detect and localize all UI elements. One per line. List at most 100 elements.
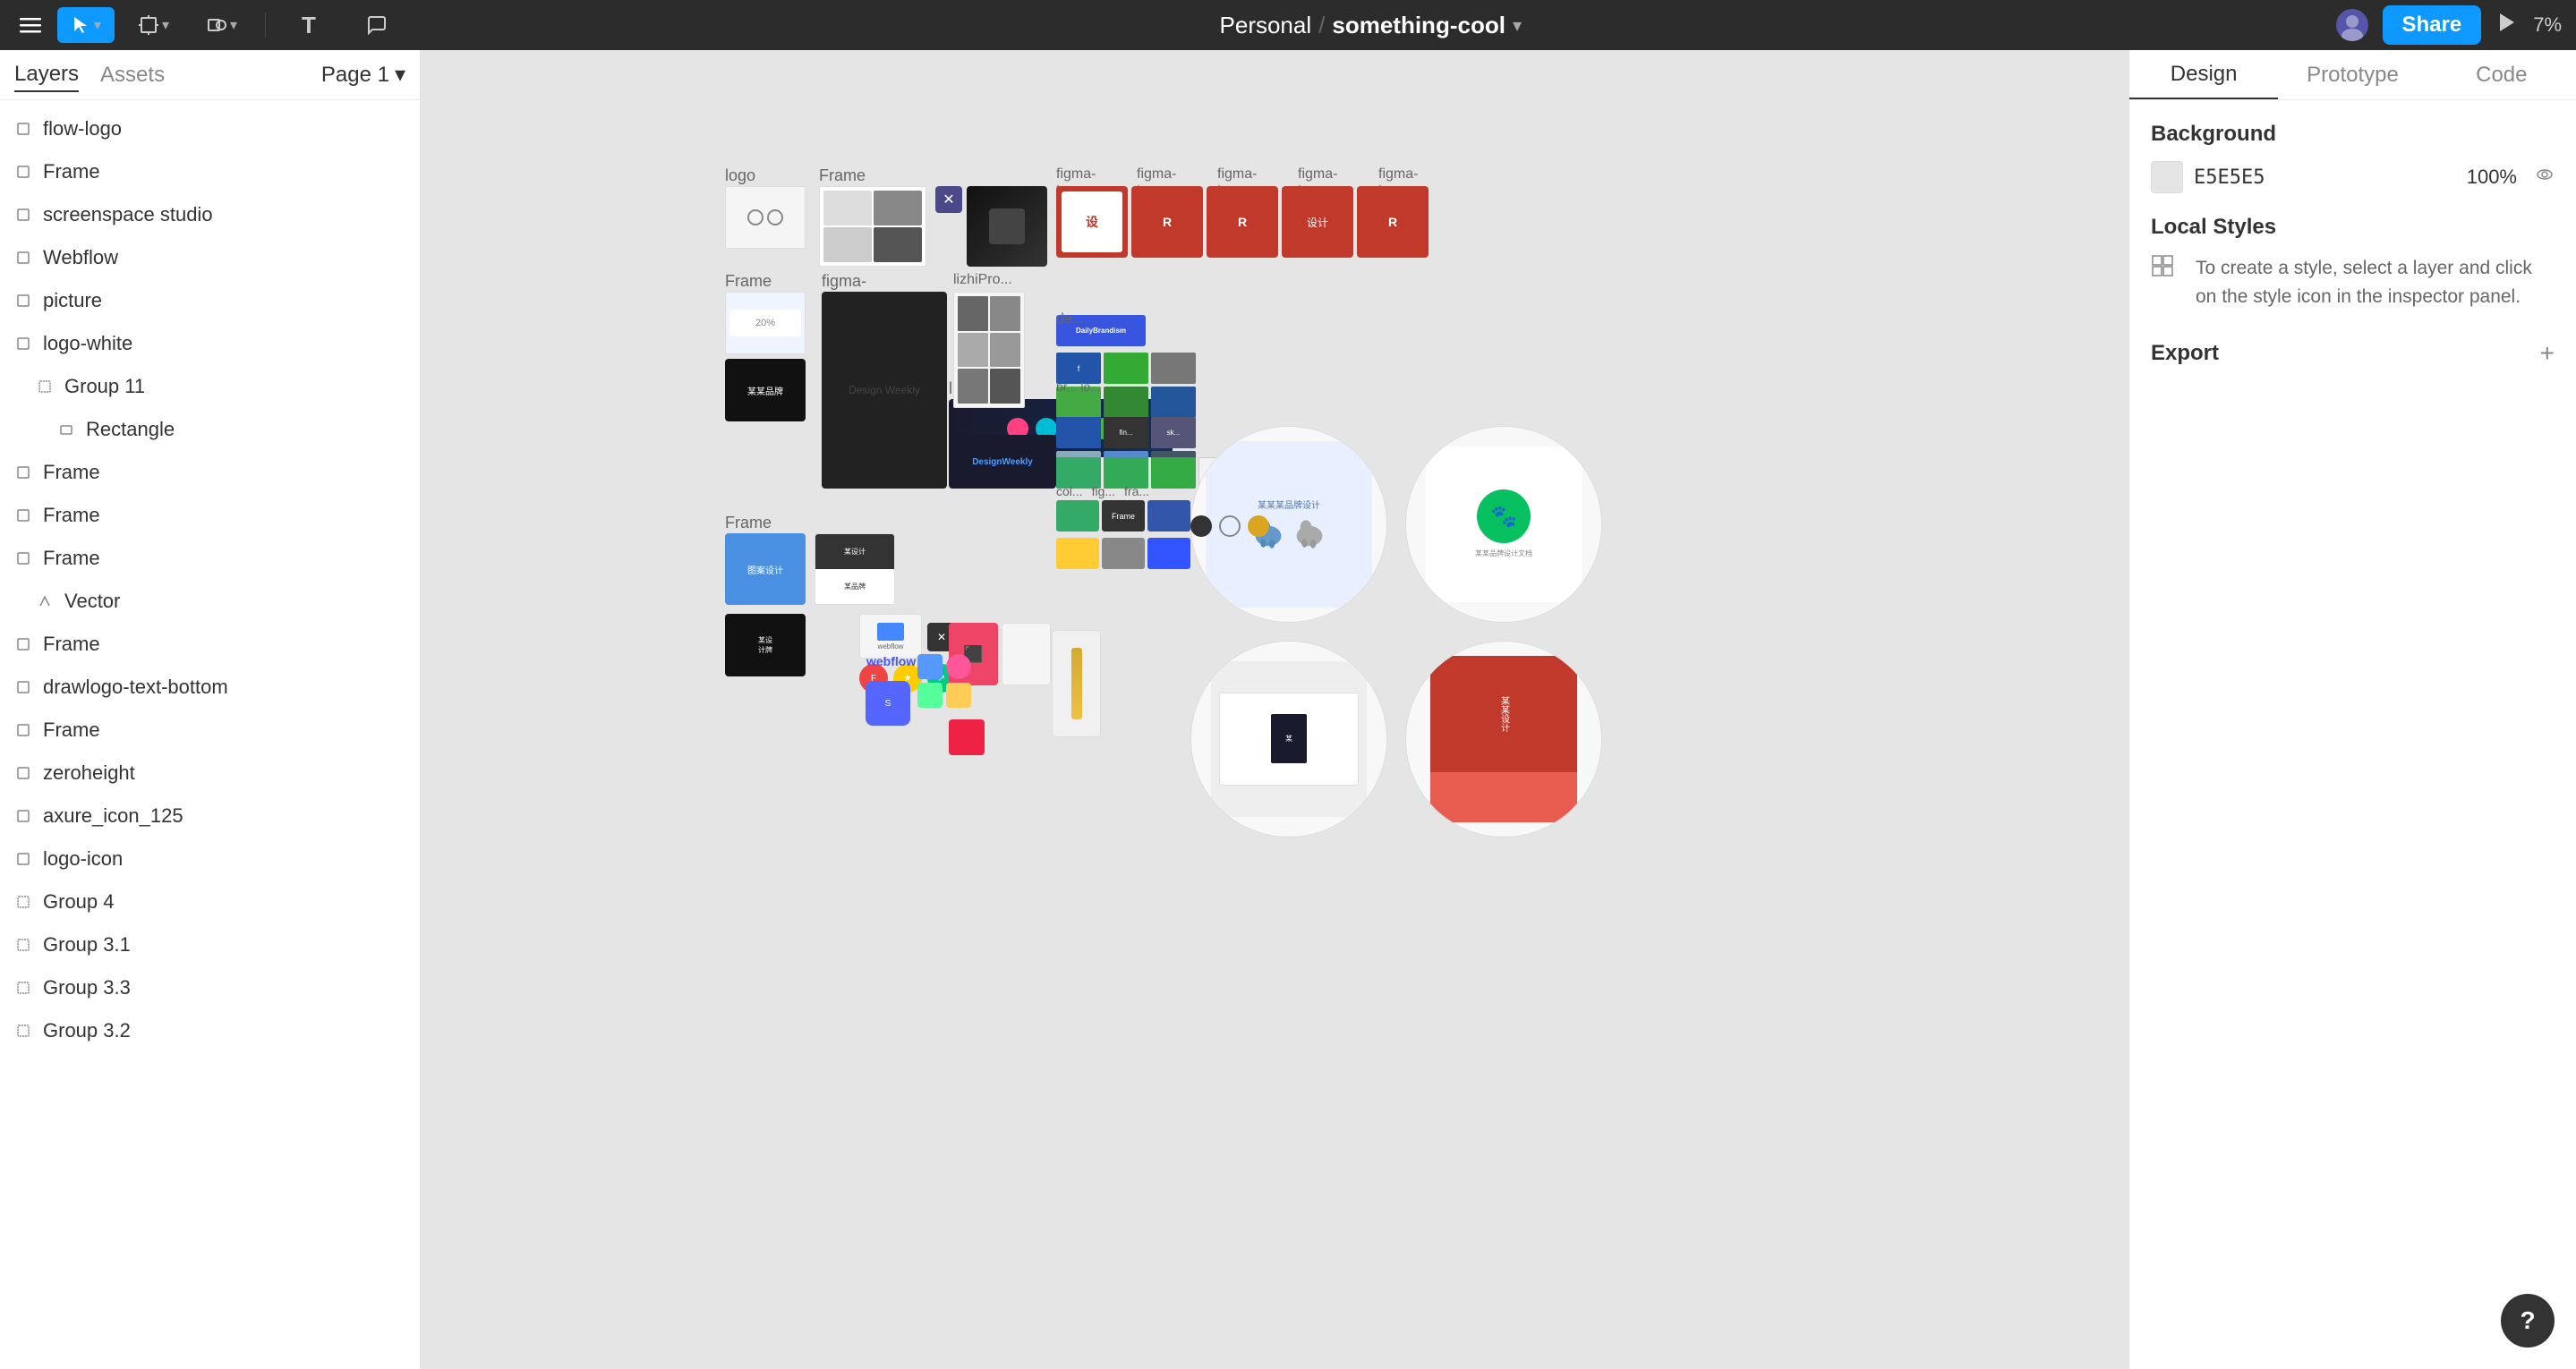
layer-logo-icon[interactable]: logo-icon [0, 838, 420, 880]
layer-group-31[interactable]: Group 3.1 [0, 923, 420, 966]
right-panel-content: Background E5E5E5 100% Local Styles [2129, 100, 2576, 756]
group-icon [11, 932, 36, 957]
layer-frame-1[interactable]: Frame [0, 150, 420, 193]
topbar-left: ▾ ▾ ▾ T [14, 7, 405, 43]
canvas-gray-bar [1052, 630, 1101, 737]
canvas-webflow-text: webflow [866, 654, 916, 668]
layer-flow-logo[interactable]: flow-logo [0, 107, 420, 150]
layer-label: logo-icon [43, 847, 123, 871]
canvas-de-label: de... [1056, 311, 1084, 327]
frame-icon [11, 331, 36, 356]
frame-icon [11, 503, 36, 528]
tool-shape[interactable]: ▾ [193, 7, 251, 43]
background-title: Background [2151, 122, 2555, 147]
layer-frame-4[interactable]: Frame [0, 537, 420, 580]
layer-frame-3[interactable]: Frame [0, 494, 420, 537]
layer-zeroheight[interactable]: zeroheight [0, 752, 420, 795]
layer-group-11[interactable]: Group 11 [0, 365, 420, 408]
layer-frame-2[interactable]: Frame [0, 451, 420, 494]
frame-icon [11, 202, 36, 227]
menu-button[interactable] [14, 9, 47, 41]
canvas-logo-frame[interactable] [725, 186, 806, 249]
styles-hint-text: To create a style, select a layer and cl… [2196, 254, 2555, 310]
zoom-level[interactable]: 7% [2533, 13, 2562, 37]
group-icon [11, 889, 36, 914]
layer-screenspace[interactable]: screenspace studio [0, 193, 420, 236]
layer-webflow[interactable]: Webflow [0, 236, 420, 279]
styles-grid-icon [2151, 254, 2174, 284]
tab-assets[interactable]: Assets [100, 59, 165, 91]
avatar[interactable] [2336, 9, 2368, 41]
panel-tabs: Layers Assets Page 1 ▾ [0, 50, 420, 100]
right-panel: Design Prototype Code Background E5E5E5 … [2128, 50, 2576, 1369]
bg-hex-value[interactable]: E5E5E5 [2194, 166, 2265, 189]
export-add-button[interactable]: + [2540, 339, 2555, 368]
canvas-colored-row2 [1056, 538, 1190, 569]
topbar-center: Personal / something-cool ▾ [1220, 12, 1522, 39]
tool-comment[interactable] [348, 7, 405, 43]
group-icon [32, 374, 57, 399]
canvas-black-bottom: 某设计牌 [725, 614, 806, 676]
layer-label: Group 11 [64, 375, 145, 398]
tool-text[interactable]: T [280, 7, 337, 43]
tool-select[interactable]: ▾ [57, 7, 115, 43]
tab-code[interactable]: Code [2427, 50, 2576, 99]
play-button[interactable] [2495, 11, 2519, 40]
layer-label: logo-white [43, 332, 132, 355]
canvas-frame6-box[interactable]: 20% [725, 292, 806, 354]
canvas-dots [1190, 515, 1269, 537]
layer-label: Vector [64, 590, 120, 613]
layer-label: Group 3.2 [43, 1019, 131, 1042]
help-button[interactable]: ? [2501, 1294, 2555, 1348]
layer-picture[interactable]: picture [0, 279, 420, 322]
layer-label: axure_icon_125 [43, 804, 183, 828]
layer-axure[interactable]: axure_icon_125 [0, 795, 420, 838]
layer-group-32[interactable]: Group 3.2 [0, 1009, 420, 1052]
layer-label: flow-logo [43, 117, 122, 140]
file-chevron[interactable]: ▾ [1513, 14, 1522, 37]
tool-frame[interactable]: ▾ [125, 7, 183, 43]
bg-color-swatch[interactable] [2151, 161, 2183, 193]
topbar-right: Share 7% [2336, 5, 2563, 45]
canvas-lizhipro-grid [953, 292, 1025, 408]
layer-label: Frame [43, 547, 100, 570]
share-button[interactable]: Share [2383, 5, 2482, 45]
project-separator: / [1318, 12, 1325, 39]
file-name[interactable]: something-cool [1332, 12, 1506, 39]
canvas-x-icon: ✕ [935, 186, 962, 213]
bg-opacity-value[interactable]: 100% [2467, 166, 2517, 189]
tab-layers[interactable]: Layers [14, 58, 79, 92]
layer-vector[interactable]: Vector [0, 580, 420, 623]
canvas-logo-label: logo [725, 166, 755, 185]
canvas-figmatu-container: Design Weekly [822, 292, 947, 489]
visibility-icon[interactable] [2535, 165, 2555, 190]
layer-group-33[interactable]: Group 3.3 [0, 966, 420, 1009]
styles-hint-row: To create a style, select a layer and cl… [2151, 254, 2555, 310]
page-selector-label: Page 1 [321, 63, 389, 88]
layer-label: Group 4 [43, 890, 115, 914]
page-selector[interactable]: Page 1 ▾ [321, 62, 405, 88]
layer-frame-5[interactable]: Frame [0, 623, 420, 666]
bg-row: E5E5E5 100% [2151, 161, 2555, 193]
layer-rectangle[interactable]: Rectangle [0, 408, 420, 451]
layer-label: zeroheight [43, 761, 135, 785]
frame-icon [11, 804, 36, 829]
local-styles-title: Local Styles [2151, 215, 2555, 240]
frame-icon [11, 632, 36, 657]
right-panel-tabs: Design Prototype Code [2129, 50, 2576, 100]
rect-icon [11, 846, 36, 872]
canvas-frame-grid[interactable] [819, 186, 926, 267]
layer-group-4[interactable]: Group 4 [0, 880, 420, 923]
topbar: ▾ ▾ ▾ T [0, 0, 2576, 50]
layer-label: picture [43, 289, 102, 312]
export-label: Export [2151, 341, 2219, 366]
canvas[interactable]: logo Frame ✕ [421, 50, 2128, 1369]
canvas-studio-icon: S [866, 681, 910, 726]
tab-prototype[interactable]: Prototype [2278, 50, 2427, 99]
tab-design[interactable]: Design [2129, 50, 2278, 99]
layer-label: Frame [43, 633, 100, 656]
canvas-bottom-labels: col... fig... fra... [1056, 484, 1149, 498]
layer-frame-6[interactable]: Frame [0, 709, 420, 752]
layer-drawlogo[interactable]: drawlogo-text-bottom [0, 666, 420, 709]
layer-logo-white[interactable]: logo-white [0, 322, 420, 365]
